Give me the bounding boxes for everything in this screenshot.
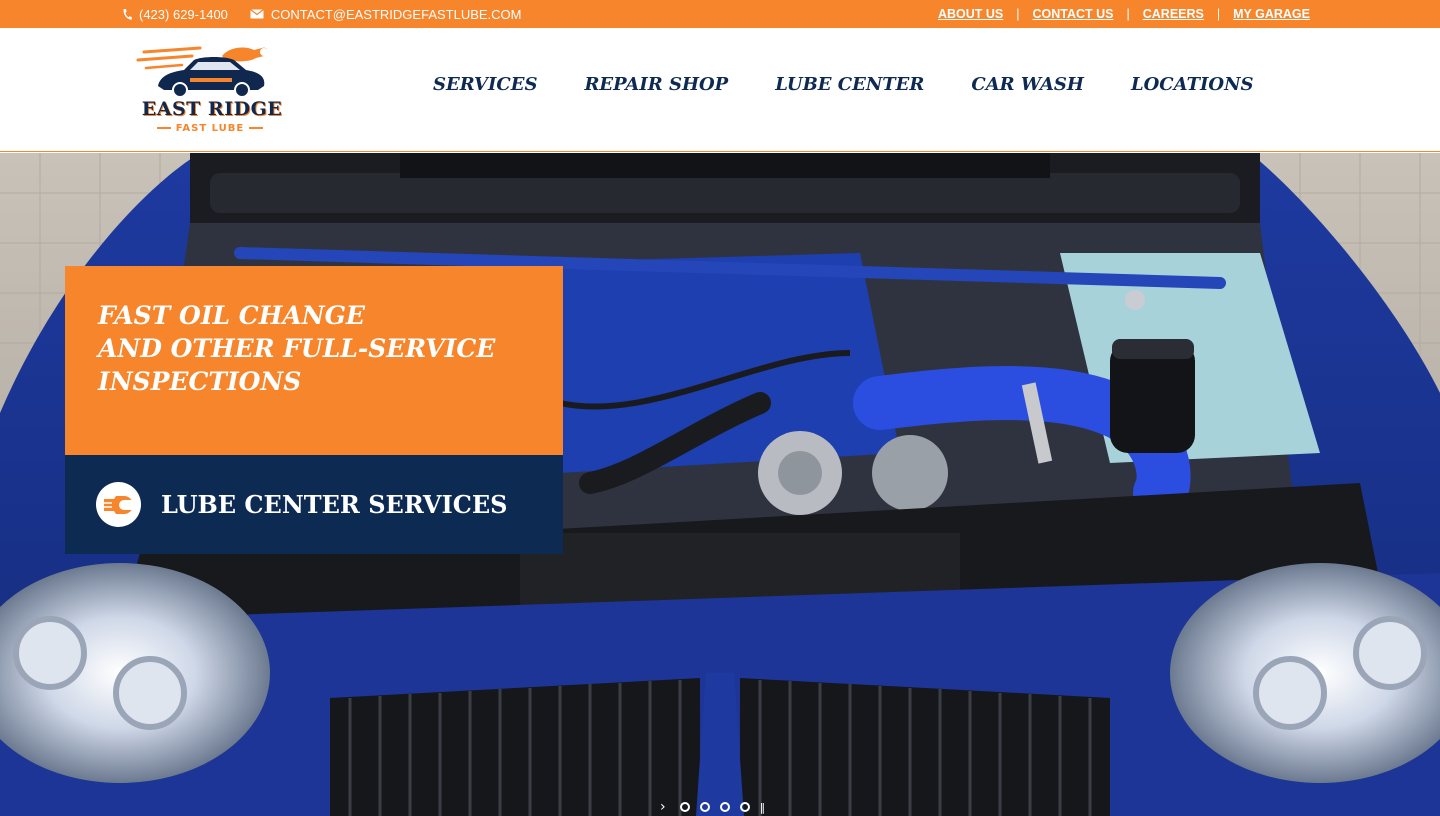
slide-dot[interactable]	[739, 802, 750, 812]
logo-subtitle: FAST LUBE	[130, 123, 290, 134]
email-link[interactable]: CONTACT@EASTRIDGEFASTLUBE.COM	[250, 7, 522, 22]
utility-links: ABOUT US | CONTACT US | CAREERS | MY GAR…	[938, 0, 1310, 28]
phone-number: (423) 629-1400	[139, 6, 228, 22]
site-header: EAST RIDGE FAST LUBE SERVICES REPAIR SHO…	[0, 28, 1440, 152]
nav-locations[interactable]: LOCATIONS	[1131, 74, 1254, 95]
pause-icon[interactable]: ‖	[760, 801, 765, 814]
about-us-link[interactable]: ABOUT US	[938, 7, 1003, 21]
nav-services[interactable]: SERVICES	[433, 74, 537, 95]
slide-dot[interactable]	[699, 802, 710, 812]
nav-car-wash[interactable]: CAR WASH	[971, 74, 1084, 95]
site-logo[interactable]: EAST RIDGE FAST LUBE	[130, 42, 292, 142]
link-separator: |	[1126, 7, 1130, 21]
phone-icon	[123, 8, 132, 20]
slide-dot[interactable]	[679, 802, 690, 812]
slide-dot[interactable]	[719, 802, 730, 812]
next-slide-arrow-icon[interactable]: ›	[660, 799, 666, 815]
car-logo-icon	[136, 46, 268, 98]
headline-line: FAST OIL CHANGE	[98, 301, 365, 330]
lube-center-services-button[interactable]: LUBE CENTER SERVICES	[65, 455, 563, 554]
headline-line: AND OTHER FULL-SERVICE	[98, 334, 496, 363]
main-nav: SERVICES REPAIR SHOP LUBE CENTER CAR WAS…	[433, 74, 1301, 95]
link-separator: |	[1216, 7, 1221, 21]
hero-promo-box: FAST OIL CHANGE AND OTHER FULL-SERVICE I…	[65, 266, 563, 554]
careers-link[interactable]: CAREERS	[1143, 7, 1204, 21]
mail-icon	[250, 9, 264, 19]
nav-lube-center[interactable]: LUBE CENTER	[775, 74, 924, 95]
promo-headline-panel: FAST OIL CHANGE AND OTHER FULL-SERVICE I…	[65, 266, 563, 455]
contact-info: (423) 629-1400 CONTACT@EASTRIDGEFASTLUBE…	[122, 0, 544, 28]
slider-controls: › ‖	[660, 799, 765, 815]
my-garage-link[interactable]: MY GARAGE	[1233, 7, 1310, 21]
logo-name: EAST RIDGE	[141, 98, 283, 120]
link-separator: |	[1016, 7, 1020, 21]
contact-us-link[interactable]: CONTACT US	[1032, 7, 1113, 21]
phone-link[interactable]: (423) 629-1400	[122, 7, 228, 22]
headline-line: INSPECTIONS	[98, 367, 302, 396]
nav-repair-shop[interactable]: REPAIR SHOP	[584, 74, 728, 95]
wrench-badge-icon	[96, 482, 141, 527]
cta-label: LUBE CENTER SERVICES	[161, 490, 508, 519]
email-address: CONTACT@EASTRIDGEFASTLUBE.COM	[270, 6, 522, 22]
top-bar: (423) 629-1400 CONTACT@EASTRIDGEFASTLUBE…	[0, 0, 1440, 28]
